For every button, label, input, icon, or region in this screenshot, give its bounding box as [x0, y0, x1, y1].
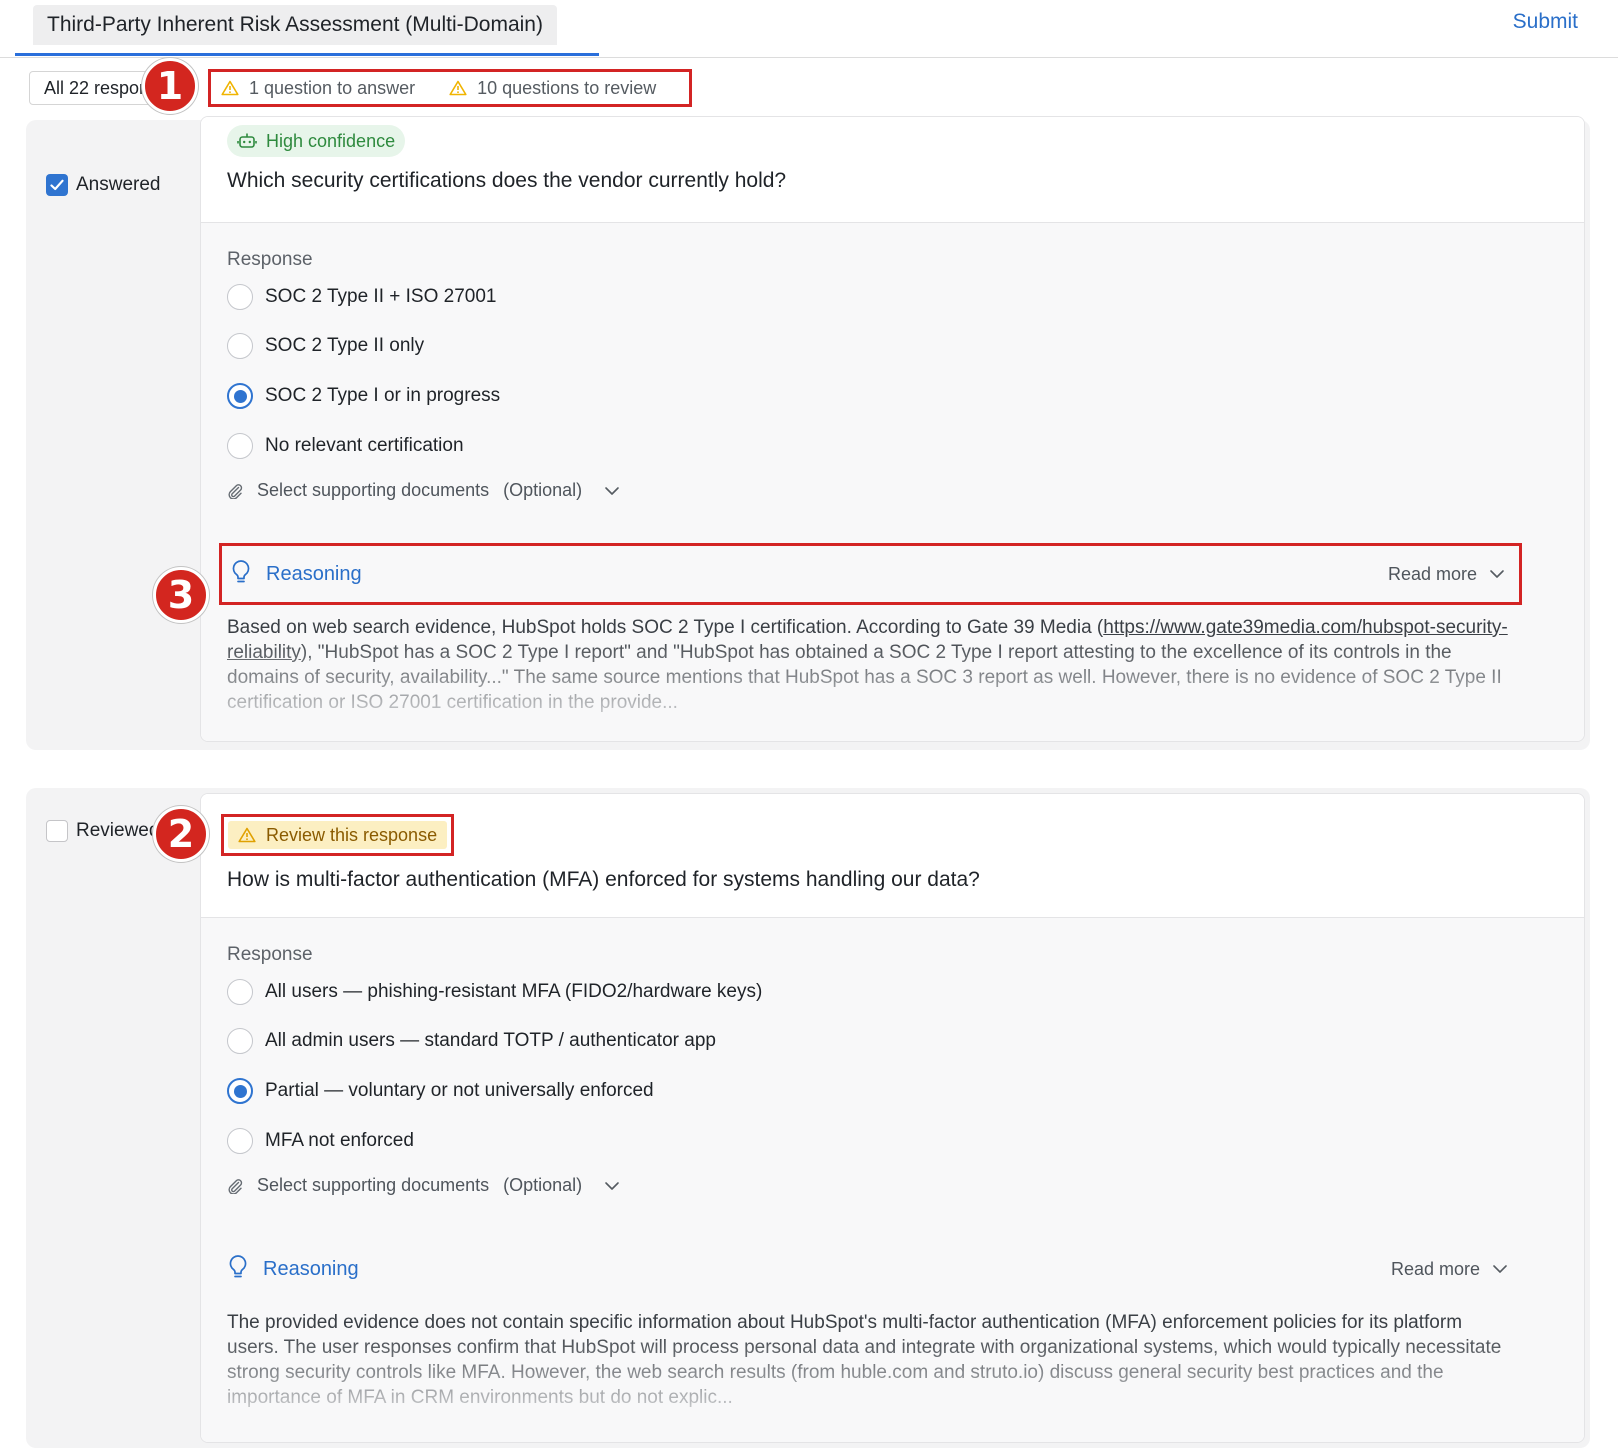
confidence-label: High confidence: [266, 130, 396, 151]
response-option[interactable]: SOC 2 Type II only: [227, 333, 424, 359]
read-more-button[interactable]: Read more: [1388, 564, 1505, 585]
to-review-status[interactable]: 10 questions to review: [449, 78, 656, 99]
chevron-down-icon: [1493, 1265, 1507, 1273]
question-card: Reviewed Review this response How is mul…: [26, 788, 1590, 1448]
supporting-documents-label: Select supporting documents: [257, 1175, 490, 1195]
supporting-documents-dropdown[interactable]: Select supporting documents (Optional): [227, 480, 620, 501]
chevron-down-icon: [604, 1181, 620, 1191]
option-label: Partial — voluntary or not universally e…: [265, 1080, 654, 1101]
optional-label: (Optional): [503, 480, 583, 500]
response-section: Response All users — phishing-resistant …: [201, 918, 1584, 1442]
reasoning-header[interactable]: Reasoning Read more: [219, 543, 1522, 605]
reasoning-title: Reasoning: [266, 562, 362, 585]
radio-button[interactable]: [227, 284, 253, 310]
checkbox-unchecked[interactable]: [46, 820, 68, 842]
read-more-label: Read more: [1387, 563, 1477, 584]
radio-button[interactable]: [227, 1128, 253, 1154]
supporting-documents-dropdown[interactable]: Select supporting documents (Optional): [227, 1175, 620, 1196]
active-tab-indicator: [15, 53, 599, 56]
radio-button[interactable]: [227, 1028, 253, 1054]
reviewed-checkbox-row[interactable]: Reviewed: [46, 820, 159, 842]
response-label: Response: [227, 944, 313, 965]
response-option[interactable]: SOC 2 Type II + ISO 27001: [227, 284, 496, 310]
submit-button[interactable]: Submit: [1513, 10, 1578, 34]
to-answer-status[interactable]: 1 question to answer: [221, 78, 415, 99]
tab-assessment[interactable]: Third-Party Inherent Risk Assessment (Mu…: [33, 5, 557, 45]
question-header: Review this response How is multi-factor…: [201, 794, 1584, 918]
question-panel: Review this response How is multi-factor…: [200, 793, 1585, 1443]
radio-button[interactable]: [227, 979, 253, 1005]
read-more-button[interactable]: Read more: [1391, 1259, 1508, 1280]
to-answer-label: 1 question to answer: [249, 77, 416, 98]
radio-button-selected[interactable]: [227, 383, 253, 409]
answered-label: Answered: [76, 174, 161, 195]
option-label: No relevant certification: [265, 435, 464, 456]
annotation-badge-1: 1: [142, 58, 198, 114]
option-label: SOC 2 Type I or in progress: [265, 385, 501, 406]
option-label: All users — phishing-resistant MFA (FIDO…: [265, 981, 763, 1002]
reasoning-text: Based on web search evidence, HubSpot ho…: [227, 615, 1517, 715]
radio-button[interactable]: [227, 433, 253, 459]
chevron-down-icon: [1490, 570, 1504, 578]
review-flag-box: Review this response: [221, 814, 455, 856]
question-title: Which security certifications does the v…: [227, 169, 787, 192]
app-header: Third-Party Inherent Risk Assessment (Mu…: [0, 0, 1618, 58]
to-review-label: 10 questions to review: [477, 77, 657, 98]
annotation-badge-2: 2: [153, 806, 209, 862]
review-label: Review this response: [266, 824, 438, 845]
response-section: Response SOC 2 Type II + ISO 27001 SOC 2…: [201, 223, 1584, 741]
response-option[interactable]: No relevant certification: [227, 433, 464, 459]
paperclip-icon: [227, 483, 243, 499]
reasoning-text-start: Based on web search evidence, HubSpot ho…: [227, 617, 1104, 638]
question-panel: High confidence Which security certifica…: [200, 116, 1585, 742]
annotation-badge-3: 3: [153, 567, 209, 623]
question-title: How is multi-factor authentication (MFA)…: [227, 868, 980, 891]
reasoning-text: The provided evidence does not contain s…: [227, 1312, 1502, 1408]
option-label: All admin users — standard TOTP / authen…: [265, 1030, 716, 1051]
read-more-label: Read more: [1390, 1258, 1480, 1279]
reasoning-title: Reasoning: [263, 1257, 359, 1280]
warning-icon: [221, 80, 239, 96]
reviewed-label: Reviewed: [76, 820, 160, 841]
radio-button-selected[interactable]: [227, 1078, 253, 1104]
question-header: High confidence Which security certifica…: [201, 117, 1584, 223]
reasoning-text-end: ), "HubSpot has a SOC 2 Type I report" a…: [227, 642, 1502, 713]
response-option[interactable]: All users — phishing-resistant MFA (FIDO…: [227, 979, 762, 1005]
response-option[interactable]: All admin users — standard TOTP / authen…: [227, 1028, 716, 1054]
reasoning-header[interactable]: Reasoning Read more: [219, 1238, 1522, 1300]
response-option-selected[interactable]: Partial — voluntary or not universally e…: [227, 1078, 654, 1104]
robot-icon: [237, 133, 257, 148]
checkbox-checked[interactable]: [46, 174, 68, 196]
supporting-documents-label: Select supporting documents: [257, 480, 490, 500]
radio-button[interactable]: [227, 333, 253, 359]
review-badge[interactable]: Review this response: [228, 821, 448, 849]
response-option[interactable]: MFA not enforced: [227, 1128, 414, 1154]
response-label: Response: [227, 249, 313, 270]
lightbulb-icon: [227, 1254, 249, 1285]
paperclip-icon: [227, 1178, 243, 1194]
response-option-selected[interactable]: SOC 2 Type I or in progress: [227, 383, 500, 409]
warning-icon: [238, 827, 256, 843]
option-label: SOC 2 Type II only: [265, 335, 425, 356]
optional-label: (Optional): [503, 1175, 583, 1195]
question-card: Answered High confidence Which security …: [26, 116, 1590, 750]
filter-bar: All 22 responses 1 question to answer 10…: [0, 58, 1618, 120]
question-status-summary: 1 question to answer 10 questions to rev…: [208, 69, 692, 107]
warning-icon: [449, 80, 467, 96]
confidence-badge: High confidence: [227, 125, 406, 157]
option-label: MFA not enforced: [265, 1130, 414, 1151]
lightbulb-icon: [230, 559, 252, 590]
option-label: SOC 2 Type II + ISO 27001: [265, 286, 497, 307]
chevron-down-icon: [604, 486, 620, 496]
answered-checkbox-row[interactable]: Answered: [46, 174, 161, 196]
